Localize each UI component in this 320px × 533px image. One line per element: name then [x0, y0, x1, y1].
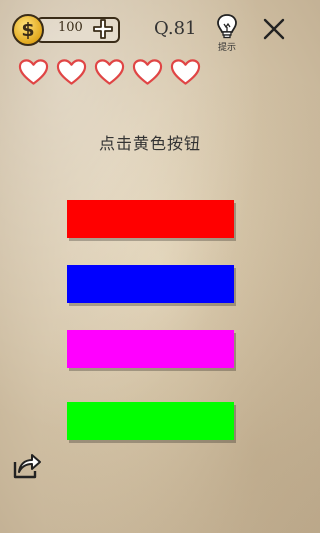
share-icon: [13, 454, 41, 479]
red-button[interactable]: [67, 200, 234, 238]
coin-icon: $: [12, 14, 44, 46]
magenta-button[interactable]: [67, 330, 234, 368]
heart-icon: [132, 59, 163, 85]
coin-count: 100: [58, 20, 83, 35]
heart-icon: [56, 59, 87, 85]
heart-icon: [94, 59, 125, 85]
lightbulb-icon: [217, 14, 237, 39]
hint-label: 提示: [217, 43, 236, 53]
close-button[interactable]: [262, 17, 286, 41]
close-icon: [263, 18, 285, 40]
heart-icon: [170, 59, 201, 85]
green-button[interactable]: [67, 402, 234, 440]
plus-icon: [93, 19, 113, 39]
heart-icon: [18, 59, 49, 85]
share-button[interactable]: [11, 450, 43, 480]
puzzle-instruction: 点击黄色按钮: [98, 134, 201, 153]
blue-button[interactable]: [67, 265, 234, 303]
lives-row: [18, 58, 201, 86]
level-number: Q.81: [154, 18, 197, 39]
add-coins-button[interactable]: [92, 18, 114, 40]
